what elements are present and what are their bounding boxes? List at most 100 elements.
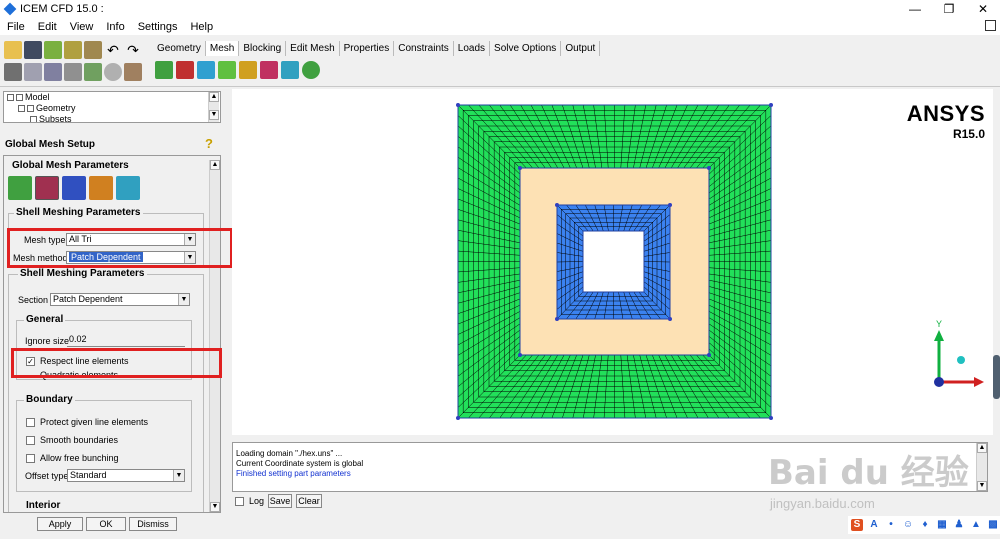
menu-help[interactable]: Help [183, 21, 219, 33]
window-controls: — ❐ ✕ [898, 0, 1000, 18]
message-line: Finished setting part parameters [236, 469, 351, 478]
free-bunching-checkbox[interactable]: Allow free bunching [26, 453, 119, 463]
part-mesh-setup-icon[interactable] [176, 61, 194, 79]
tab-properties[interactable]: Properties [340, 41, 395, 56]
shirt-icon[interactable]: ▲ [970, 519, 982, 531]
ignore-size-input[interactable]: 0.02 [67, 334, 185, 347]
smooth-boundaries-checkbox[interactable]: Smooth boundaries [26, 435, 118, 445]
protect-line-checkbox[interactable]: Protect given line elements [26, 417, 148, 427]
help-icon[interactable]: ? [205, 136, 217, 151]
keyboard-icon[interactable]: ▦ [936, 519, 948, 531]
emoji-icon[interactable]: ☺ [902, 519, 914, 531]
periodicity-icon[interactable] [116, 176, 140, 200]
left-panel: Model Geometry Subsets ▲ ▼ Global Mesh Se… [0, 88, 228, 539]
graphics-viewport[interactable]: ANSYS R15.0 Y [232, 89, 993, 435]
mesh-open-icon[interactable] [64, 41, 82, 59]
restore-icon[interactable] [985, 20, 996, 31]
tab-mesh[interactable]: Mesh [205, 41, 240, 56]
apply-button[interactable]: Apply [37, 517, 83, 531]
measure-icon[interactable] [44, 63, 62, 81]
sogou-icon[interactable]: S [851, 519, 863, 531]
baidu-watermark: Bai du 经验 [768, 453, 969, 493]
dismiss-button[interactable]: Dismiss [129, 517, 177, 531]
prism-meshing-icon[interactable] [89, 176, 113, 200]
vertex-point [769, 103, 773, 107]
general-title: General [24, 314, 66, 325]
section-select[interactable]: Patch Dependent ▼ [50, 293, 190, 306]
volume-meshing-icon[interactable] [62, 176, 86, 200]
menu-file[interactable]: File [0, 21, 31, 33]
tab-loads[interactable]: Loads [454, 41, 491, 56]
zoom-icon[interactable] [24, 63, 42, 81]
x-axis-arrow [974, 377, 984, 387]
global-scale-icon[interactable] [8, 176, 32, 200]
message-scrollbar[interactable]: ▲ ▼ [976, 443, 987, 491]
ok-button[interactable]: OK [86, 517, 126, 531]
offset-type-select[interactable]: Standard ▼ [67, 469, 185, 482]
middle-region [520, 168, 709, 355]
chevron-down-icon: ▼ [178, 294, 189, 305]
title-bar: ICEM CFD 15.0 : — ❐ ✕ [0, 0, 1000, 18]
clear-log-button[interactable]: Clear [296, 494, 323, 508]
surface-mesh-setup-icon[interactable] [197, 61, 215, 79]
close-icon[interactable]: ✕ [966, 0, 1000, 18]
tree-item-model[interactable]: Model [4, 92, 220, 103]
tree-scrollbar[interactable]: ▲ ▼ [208, 92, 219, 122]
connectors-icon[interactable] [260, 61, 278, 79]
punctuation-icon[interactable]: • [885, 519, 897, 531]
compute-mesh-icon[interactable] [302, 61, 320, 79]
respect-line-highlight [11, 348, 222, 378]
brand-name: ANSYS [906, 101, 985, 126]
tab-solve-options[interactable]: Solve Options [490, 41, 562, 56]
save-icon[interactable] [24, 41, 42, 59]
side-handle[interactable] [993, 355, 1000, 399]
curve-mesh-setup-icon[interactable] [218, 61, 236, 79]
save-log-button[interactable]: Save [268, 494, 293, 508]
menu-view[interactable]: View [63, 21, 100, 33]
y-axis-arrow [934, 330, 944, 341]
distance-icon[interactable] [64, 63, 82, 81]
menu-info[interactable]: Info [99, 21, 130, 33]
refresh-icon[interactable] [84, 63, 102, 81]
tab-edit-mesh[interactable]: Edit Mesh [286, 41, 340, 56]
menu-bar: File Edit View Info Settings Help [0, 18, 1000, 35]
mesh-curve-icon[interactable] [281, 61, 299, 79]
open-icon[interactable] [4, 41, 22, 59]
undo-icon[interactable]: ↶ [104, 41, 122, 59]
tab-blocking[interactable]: Blocking [239, 41, 287, 56]
message-line: Current Coordinate system is global [236, 459, 364, 468]
tree-item-subsets[interactable]: Subsets [4, 114, 220, 122]
tab-geometry[interactable]: Geometry [153, 41, 206, 56]
user-icon[interactable]: ♟ [953, 519, 965, 531]
geometry-open-icon[interactable] [44, 41, 62, 59]
global-mesh-setup-icon[interactable] [155, 61, 173, 79]
create-mesh-density-icon[interactable] [239, 61, 257, 79]
log-checkbox[interactable]: Log [235, 496, 264, 506]
param-type-icons [8, 176, 140, 200]
global-params-title: Global Mesh Parameters [10, 160, 131, 171]
axis-triad: Y [934, 319, 984, 387]
wireframe-icon[interactable] [124, 63, 142, 81]
menu-edit[interactable]: Edit [31, 21, 63, 33]
mesh-display[interactable] [232, 89, 993, 435]
panel-scrollbar[interactable]: ▲ ▼ [209, 160, 220, 512]
minimize-icon[interactable]: — [898, 0, 932, 18]
shading-icon[interactable] [104, 63, 122, 81]
maximize-icon[interactable]: ❐ [932, 0, 966, 18]
blocking-open-icon[interactable] [84, 41, 102, 59]
menu-settings[interactable]: Settings [131, 21, 184, 33]
microphone-icon[interactable]: ♦ [919, 519, 931, 531]
tab-constraints[interactable]: Constraints [394, 41, 454, 56]
tab-output[interactable]: Output [561, 41, 601, 56]
model-tree[interactable]: Model Geometry Subsets [3, 91, 221, 123]
grid-icon[interactable]: ▩ [987, 519, 999, 531]
tree-item-geometry[interactable]: Geometry [4, 103, 220, 114]
font-icon[interactable]: A [868, 519, 880, 531]
inner-mesh-ring-line [578, 226, 649, 297]
vertex-point [555, 203, 559, 207]
vertex-point [555, 317, 559, 321]
ignore-size-label: Ignore size [25, 336, 70, 346]
fit-window-icon[interactable] [4, 63, 22, 81]
shell-meshing-icon[interactable] [35, 176, 59, 200]
redo-icon[interactable]: ↷ [124, 41, 142, 59]
